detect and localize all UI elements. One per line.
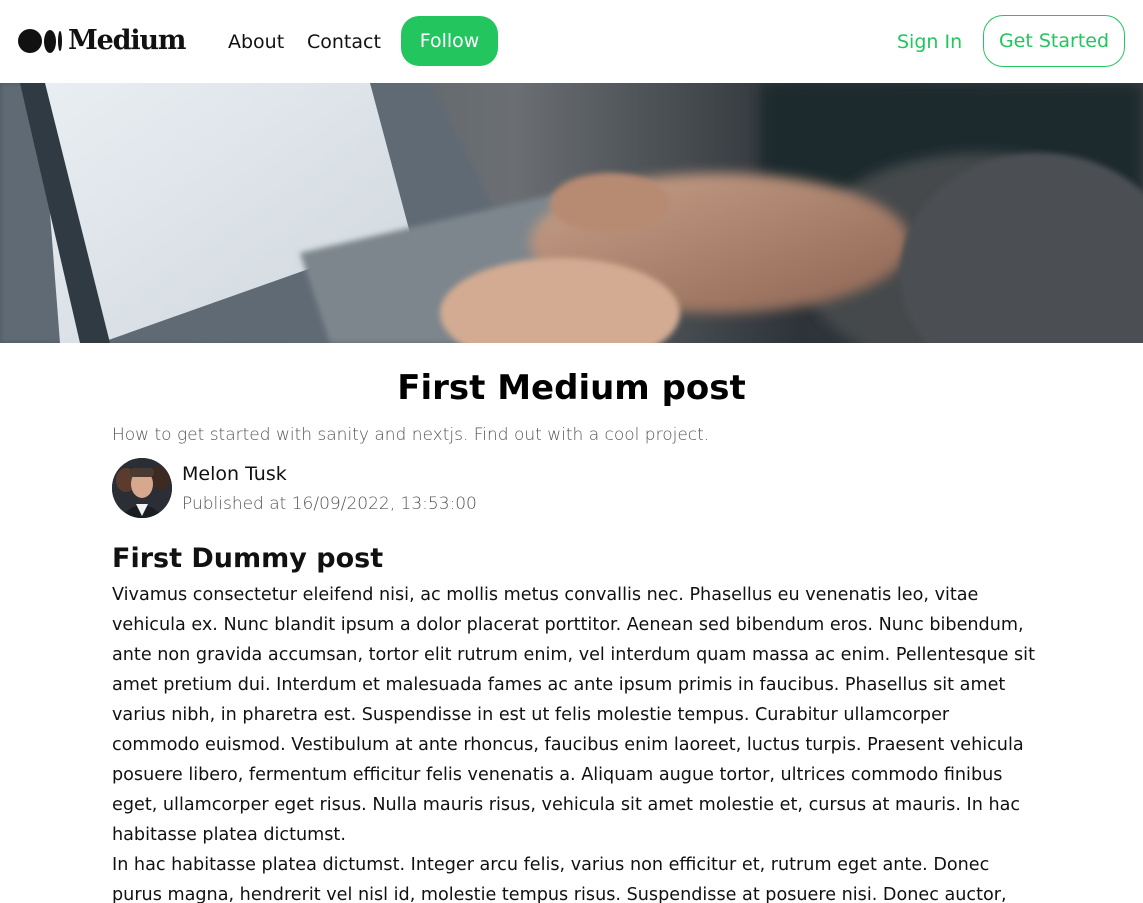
post-body: Vivamus consectetur eleifend nisi, ac mo…: [112, 580, 1042, 903]
medium-logo-icon: [18, 29, 62, 53]
body-paragraph: Vivamus consectetur eleifend nisi, ac mo…: [112, 585, 1035, 845]
post-subtitle: How to get started with sanity and nextj…: [112, 425, 710, 445]
top-nav: Medium About Contact Follow Sign In Get …: [0, 0, 1143, 83]
sign-in-link[interactable]: Sign In: [897, 31, 962, 53]
author-name[interactable]: Melon Tusk: [182, 462, 287, 486]
get-started-button[interactable]: Get Started: [983, 15, 1125, 67]
nav-about-link[interactable]: About: [228, 31, 284, 53]
body-paragraph: In hac habitasse platea dictumst. Intege…: [112, 855, 1007, 903]
nav-contact-link[interactable]: Contact: [307, 31, 381, 53]
medium-logo[interactable]: Medium: [18, 25, 186, 56]
post-heading: First Dummy post: [112, 543, 384, 574]
avatar-photo-icon: [112, 458, 172, 518]
hero-laptop-typing-image: [0, 83, 1143, 343]
publish-date: Published at 16/09/2022, 13:53:00: [182, 494, 477, 514]
logo-text: Medium: [68, 25, 186, 56]
author-avatar[interactable]: [112, 458, 172, 518]
hero-image: [0, 83, 1143, 343]
follow-button[interactable]: Follow: [401, 16, 498, 66]
post-title: First Medium post: [397, 368, 746, 408]
